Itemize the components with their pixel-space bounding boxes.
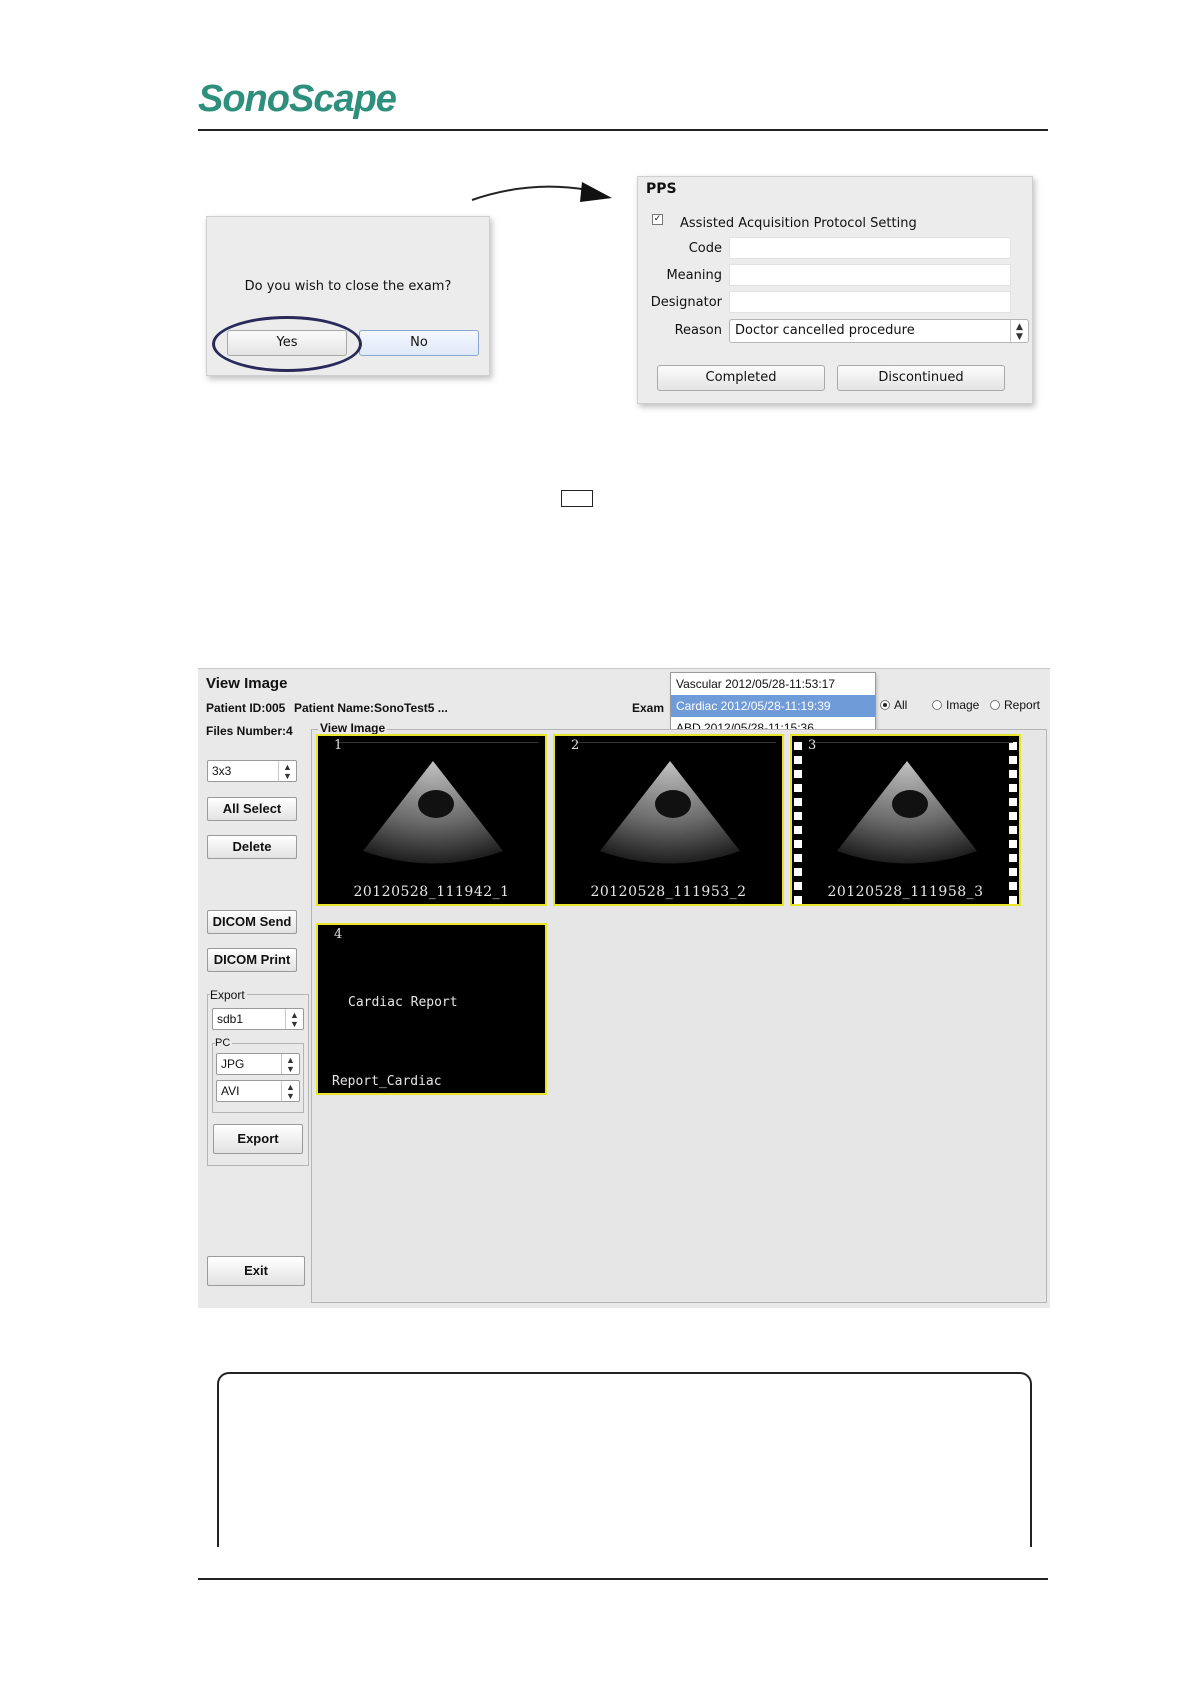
thumbnail-info-bar — [812, 737, 1013, 743]
export-group-label: Export — [210, 988, 247, 1002]
protocol-checkbox[interactable]: ✓ — [652, 214, 663, 225]
radio-off-icon — [932, 700, 942, 710]
thumbnail-number: 2 — [571, 738, 580, 753]
yes-highlight-ellipse — [212, 316, 362, 372]
patient-name: Patient Name:SonoTest5 ... — [294, 701, 448, 715]
discontinued-button[interactable]: Discontinued — [837, 365, 1005, 391]
files-number: Files Number:4 — [206, 724, 293, 738]
dicom-print-button[interactable]: DICOM Print — [207, 948, 297, 972]
thumbnail-number: 1 — [334, 738, 343, 753]
header-rule — [198, 129, 1048, 131]
export-device-select[interactable]: sdb1 ▲ ▼ — [212, 1008, 304, 1030]
no-button[interactable]: No — [359, 330, 479, 356]
filter-all-radio[interactable]: All — [880, 698, 907, 712]
exam-option[interactable]: Vascular 2012/05/28-11:53:17 — [671, 673, 875, 695]
filter-all-label: All — [894, 698, 908, 712]
close-exam-message: Do you wish to close the exam? — [244, 279, 452, 294]
image-format-select[interactable]: JPG ▲ ▼ — [216, 1053, 300, 1075]
meaning-field[interactable] — [729, 264, 1011, 286]
ultrasound-image — [363, 761, 503, 864]
report-title: Cardiac Report — [348, 995, 458, 1010]
filter-image-label: Image — [946, 698, 980, 712]
film-strip-right — [1009, 736, 1017, 904]
thumbnail-caption: 20120528_111958_3 — [827, 884, 984, 900]
protocol-checkbox-label: Assisted Acquisition Protocol Setting — [680, 216, 917, 231]
spinner-icon: ▲ ▼ — [281, 1054, 299, 1074]
footer-rule — [198, 1578, 1048, 1580]
ultrasound-image — [837, 761, 977, 864]
thumbnail-caption: 20120528_111942_1 — [353, 884, 510, 900]
reason-label: Reason — [674, 323, 722, 338]
ultrasound-image — [600, 761, 740, 864]
exam-option-selected[interactable]: Cardiac 2012/05/28-11:19:39 — [671, 695, 875, 717]
thumbnail-number: 4 — [334, 927, 343, 942]
arrow-icon — [471, 182, 612, 202]
image-format-value: JPG — [221, 1057, 245, 1071]
delete-button[interactable]: Delete — [207, 835, 297, 859]
key-box — [561, 490, 593, 507]
layout-select[interactable]: 3x3 ▲ ▼ — [207, 760, 297, 782]
view-image-group-label: View Image — [318, 721, 388, 735]
all-select-button[interactable]: All Select — [207, 797, 297, 821]
radio-off-icon — [990, 700, 1000, 710]
dicom-send-button[interactable]: DICOM Send — [207, 910, 297, 934]
exam-label: Exam — [632, 701, 665, 715]
layout-value: 3x3 — [212, 764, 232, 778]
report-thumbnail[interactable]: 4 Cardiac Report Report_Cardiac — [316, 923, 547, 1095]
filter-image-radio[interactable]: Image — [932, 698, 979, 712]
pps-title: PPS — [646, 181, 677, 197]
image-thumbnail[interactable]: 2 20120528_111953_2 — [553, 734, 784, 906]
view-image-screen: View Image Patient ID:005 Patient Name:S… — [198, 668, 1050, 1308]
thumbnail-info-bar — [338, 737, 539, 743]
pps-dialog: PPS ✓ Assisted Acquisition Protocol Sett… — [637, 176, 1033, 404]
sonoscape-logo: SonoScape — [198, 78, 397, 120]
film-strip-left — [794, 736, 802, 904]
code-field[interactable] — [729, 237, 1011, 259]
thumbnail-caption: Report_Cardiac — [332, 1074, 442, 1089]
spinner-icon: ▲ ▼ — [281, 1081, 299, 1101]
image-thumbnail[interactable]: 3 20120528_111958_3 — [790, 734, 1021, 906]
export-button[interactable]: Export — [213, 1124, 303, 1154]
thumbnail-info-bar — [575, 737, 776, 743]
image-thumbnail[interactable]: 1 20120528_111942_1 — [316, 734, 547, 906]
thumbnail-caption: 20120528_111953_2 — [590, 884, 747, 900]
meaning-label: Meaning — [666, 268, 722, 283]
spinner-icon: ▲ ▼ — [285, 1009, 303, 1029]
exit-button[interactable]: Exit — [207, 1256, 305, 1286]
completed-button[interactable]: Completed — [657, 365, 825, 391]
radio-on-icon — [880, 700, 890, 710]
spinner-icon: ▲ ▼ — [278, 761, 296, 781]
pc-group-label: PC — [215, 1037, 233, 1049]
patient-id: Patient ID:005 — [206, 701, 286, 715]
designator-label: Designator — [650, 295, 722, 310]
reason-value: Doctor cancelled procedure — [735, 323, 915, 338]
spinner-icon: ▲ ▼ — [1010, 320, 1028, 342]
note-box — [217, 1372, 1032, 1547]
export-device-value: sdb1 — [217, 1012, 244, 1026]
filter-report-label: Report — [1004, 698, 1041, 712]
designator-field[interactable] — [729, 291, 1011, 313]
thumbnail-number: 3 — [808, 738, 817, 753]
video-format-value: AVI — [221, 1084, 240, 1098]
reason-select[interactable]: Doctor cancelled procedure ▲ ▼ — [729, 319, 1029, 343]
view-image-title: View Image — [206, 675, 288, 692]
video-format-select[interactable]: AVI ▲ ▼ — [216, 1080, 300, 1102]
filter-report-radio[interactable]: Report — [990, 698, 1040, 712]
code-label: Code — [688, 241, 722, 256]
